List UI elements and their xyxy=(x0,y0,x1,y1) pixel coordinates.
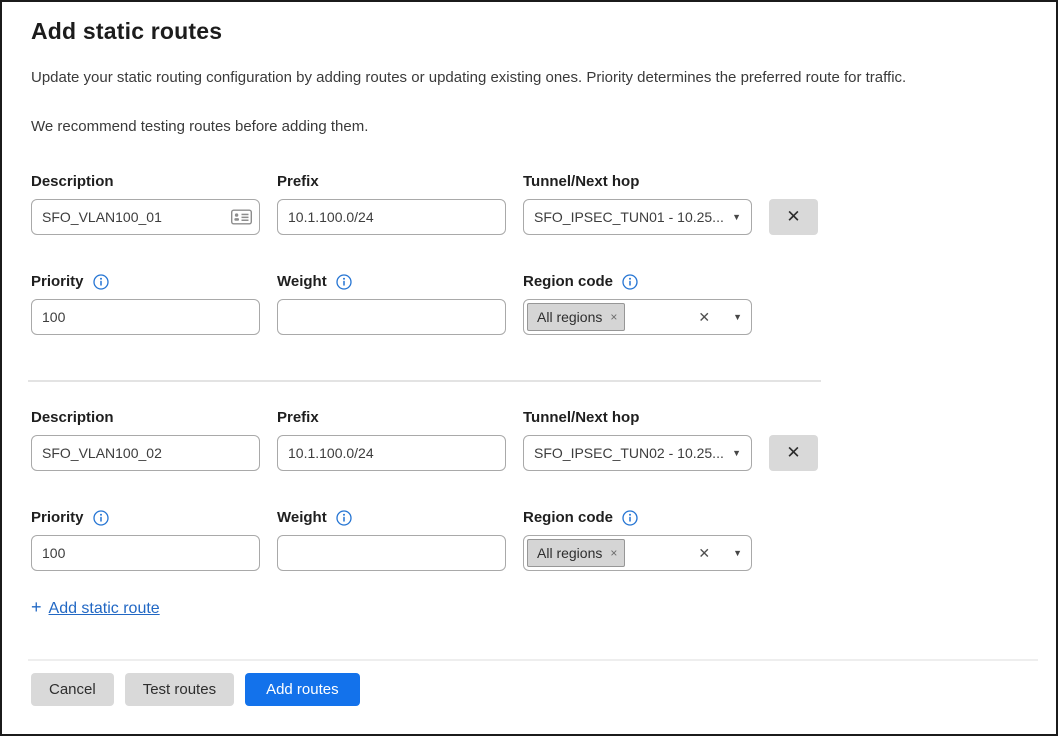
chip-remove-icon[interactable]: × xyxy=(610,310,617,324)
region-label: Region code xyxy=(523,273,752,291)
info-icon[interactable] xyxy=(622,274,638,290)
tunnel-label: Tunnel/Next hop xyxy=(523,173,752,191)
tunnel-select-value: SFO_IPSEC_TUN01 - 10.25... xyxy=(534,209,724,225)
chip-remove-icon[interactable]: × xyxy=(610,546,617,560)
weight-label: Weight xyxy=(277,509,506,527)
footer-divider xyxy=(28,659,1038,661)
description-input[interactable] xyxy=(31,435,260,471)
clear-icon[interactable]: ✕ xyxy=(698,309,710,326)
description-input[interactable] xyxy=(31,199,260,235)
prefix-input[interactable] xyxy=(277,199,506,235)
chevron-down-icon: ▼ xyxy=(733,548,742,558)
contact-card-icon[interactable] xyxy=(231,210,252,225)
description-label: Description xyxy=(31,409,260,427)
info-icon[interactable] xyxy=(622,510,638,526)
add-static-routes-dialog: Add static routes Update your static rou… xyxy=(0,0,1058,736)
priority-label: Priority xyxy=(31,509,260,527)
add-static-route-link[interactable]: + Add static route xyxy=(31,597,160,618)
region-chip: All regions × xyxy=(527,303,625,331)
info-icon[interactable] xyxy=(93,274,109,290)
region-chip-label: All regions xyxy=(537,309,602,325)
footer-buttons: Cancel Test routes Add routes xyxy=(31,673,1029,706)
test-routes-button[interactable]: Test routes xyxy=(125,673,234,706)
tunnel-select[interactable]: SFO_IPSEC_TUN02 - 10.25... ▼ xyxy=(523,435,752,471)
recommendation-text: We recommend testing routes before addin… xyxy=(31,117,1029,137)
priority-label: Priority xyxy=(31,273,260,291)
route-entry-1: Description xyxy=(31,173,1029,335)
weight-input[interactable] xyxy=(277,535,506,571)
info-icon[interactable] xyxy=(336,274,352,290)
region-chip-label: All regions xyxy=(537,545,602,561)
info-icon[interactable] xyxy=(93,510,109,526)
tunnel-label: Tunnel/Next hop xyxy=(523,409,752,427)
priority-input[interactable] xyxy=(31,535,260,571)
weight-label: Weight xyxy=(277,273,506,291)
description-label: Description xyxy=(31,173,260,191)
cancel-button[interactable]: Cancel xyxy=(31,673,114,706)
tunnel-select-value: SFO_IPSEC_TUN02 - 10.25... xyxy=(534,445,724,461)
intro-text: Update your static routing configuration… xyxy=(31,68,1029,88)
chevron-down-icon: ▼ xyxy=(732,212,741,222)
chevron-down-icon: ▼ xyxy=(733,312,742,322)
clear-icon[interactable]: ✕ xyxy=(698,545,710,562)
info-icon[interactable] xyxy=(336,510,352,526)
region-chip: All regions × xyxy=(527,539,625,567)
prefix-input[interactable] xyxy=(277,435,506,471)
region-multiselect[interactable]: All regions × ✕ ▼ xyxy=(523,535,752,571)
region-label: Region code xyxy=(523,509,752,527)
add-routes-button[interactable]: Add routes xyxy=(245,673,360,706)
weight-input[interactable] xyxy=(277,299,506,335)
page-title: Add static routes xyxy=(31,15,1029,47)
prefix-label: Prefix xyxy=(277,409,506,427)
entry-divider xyxy=(28,380,821,382)
plus-icon: + xyxy=(31,597,42,618)
chevron-down-icon: ▼ xyxy=(732,448,741,458)
priority-input[interactable] xyxy=(31,299,260,335)
prefix-label: Prefix xyxy=(277,173,506,191)
tunnel-select[interactable]: SFO_IPSEC_TUN01 - 10.25... ▼ xyxy=(523,199,752,235)
remove-route-button[interactable]: ✕ xyxy=(769,435,818,471)
region-multiselect[interactable]: All regions × ✕ ▼ xyxy=(523,299,752,335)
remove-route-button[interactable]: ✕ xyxy=(769,199,818,235)
route-entry-2: Description Prefix Tunnel/Next hop SFO_I… xyxy=(31,409,1029,571)
